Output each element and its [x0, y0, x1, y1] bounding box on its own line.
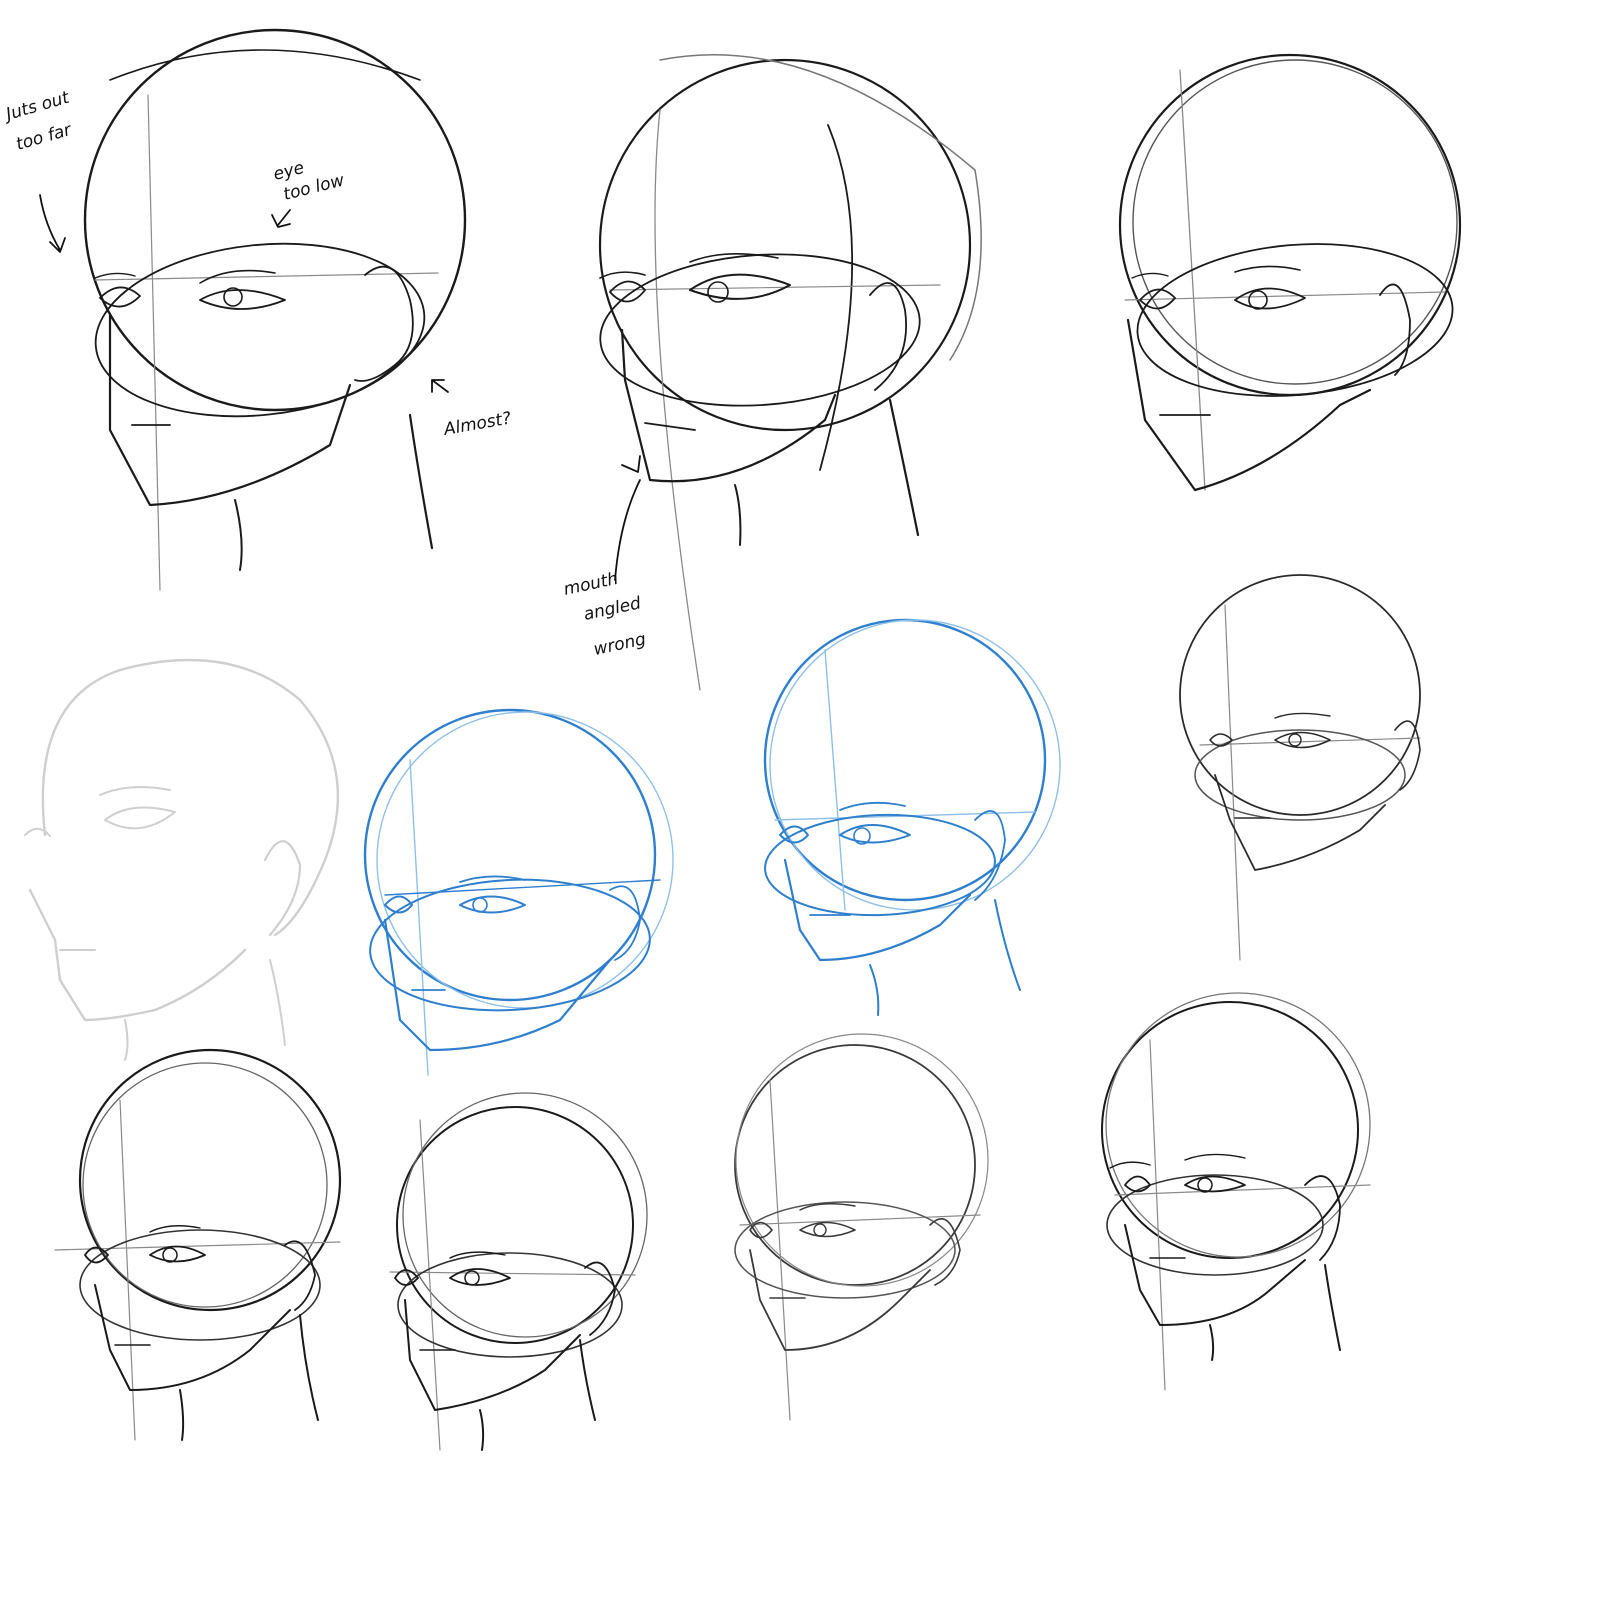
arrow-icon — [431, 379, 449, 393]
annotation-juts-out: Juts out too far — [1, 87, 75, 253]
bottom-head-sketch-2 — [389, 1092, 648, 1451]
svg-text:Almost?: Almost? — [441, 408, 512, 440]
svg-text:mouth: mouth — [562, 569, 620, 600]
bottom-head-sketch-4 — [1101, 992, 1371, 1391]
arrow-icon — [271, 209, 291, 228]
annotation-almost: Almost? — [431, 379, 513, 440]
svg-text:too far: too far — [14, 120, 75, 155]
bottom-head-sketch-3 — [734, 1033, 989, 1421]
sketch-canvas: Juts out too far eye too low Almost? mou… — [1, 28, 1462, 1451]
annotation-mouth-angled-wrong: mouth angled wrong — [562, 455, 648, 660]
reference-head-sketch — [24, 658, 340, 1061]
svg-text:Juts out: Juts out — [1, 87, 73, 125]
bottom-head-sketch-1 — [54, 1048, 342, 1441]
head-sketch-1 — [83, 28, 467, 591]
blue-head-sketch-1 — [363, 708, 674, 1076]
small-head-sketch — [1179, 574, 1421, 961]
arrow-icon — [39, 194, 66, 253]
annotation-eye-too-low: eye too low — [271, 158, 346, 228]
svg-text:wrong: wrong — [592, 629, 648, 660]
head-sketch-3 — [1118, 53, 1462, 492]
arrow-icon — [614, 455, 641, 581]
head-sketch-2 — [598, 54, 982, 691]
blue-head-sketch-2 — [763, 618, 1061, 1016]
svg-text:angled: angled — [582, 593, 643, 625]
